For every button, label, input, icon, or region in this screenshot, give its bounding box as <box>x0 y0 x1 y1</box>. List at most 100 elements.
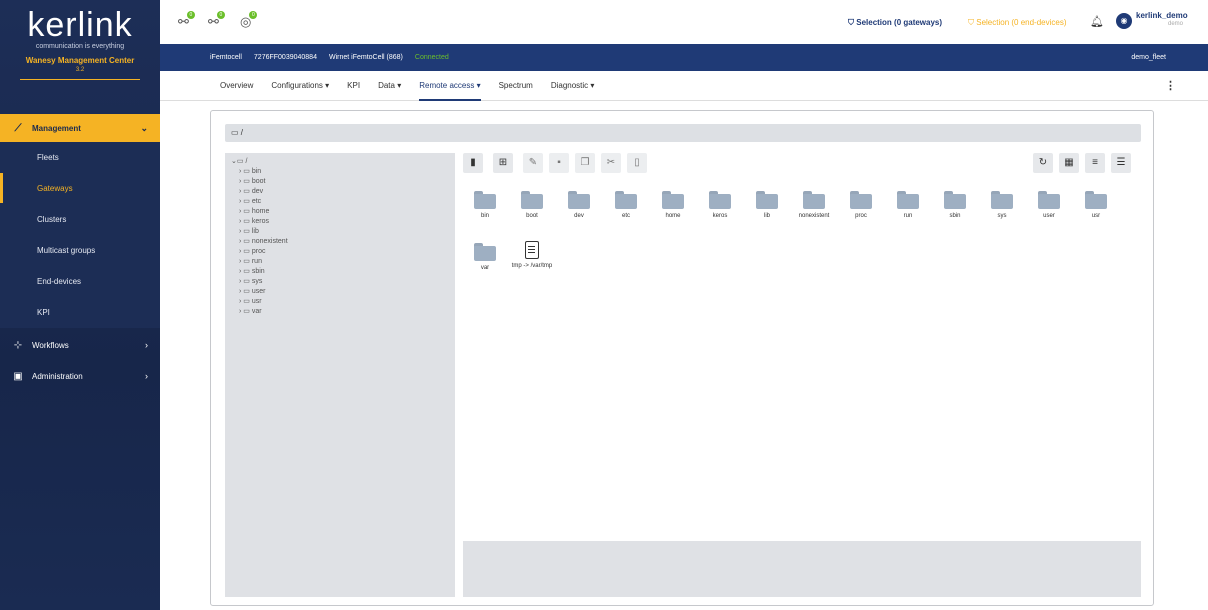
selection-gateways-label: Selection (0 gateways) <box>856 18 943 27</box>
tree-label: sys <box>251 278 263 285</box>
copy-icon[interactable]: ❐ <box>575 153 595 173</box>
nav-section-workflows[interactable]: ⊹ Workflows › <box>0 331 160 359</box>
tree-item[interactable]: › ▭ bin <box>231 167 449 177</box>
refresh-icon[interactable]: ↻ <box>1033 153 1053 173</box>
tab-bar: Overview Configurations ▾ KPI Data ▾ Rem… <box>160 71 1208 101</box>
count-badge: 0 <box>216 11 225 19</box>
tree-label: sbin <box>251 268 265 275</box>
file-item[interactable]: tmp -> /var/tmp <box>510 241 554 269</box>
folder-icon <box>709 191 731 209</box>
folder-item[interactable]: sbin <box>933 191 977 219</box>
sidebar-item-kpi[interactable]: KPI <box>0 297 160 327</box>
folder-item[interactable]: var <box>463 243 507 271</box>
tree-item[interactable]: › ▭ usr <box>231 297 449 307</box>
tab-remote-access[interactable]: Remote access ▾ <box>419 71 481 101</box>
folder-icon <box>850 191 872 209</box>
tab-kpi[interactable]: KPI <box>347 71 360 101</box>
tree-item[interactable]: › ▭ etc <box>231 197 449 207</box>
folder-icon <box>897 191 919 209</box>
tree-label: var <box>251 308 262 315</box>
bell-icon[interactable]: 🔔︎ <box>1090 15 1104 28</box>
end-device-status-icon[interactable]: ◎ 0 <box>240 11 258 30</box>
tab-overview[interactable]: Overview <box>220 71 253 101</box>
sidebar-item-gateways[interactable]: Gateways <box>0 173 160 203</box>
tree-item[interactable]: › ▭ home <box>231 207 449 217</box>
user-role: demo <box>1168 21 1184 27</box>
rename-icon[interactable]: ✎ <box>523 153 543 173</box>
avatar[interactable]: ◉ <box>1116 13 1132 29</box>
list-view-icon[interactable]: ≡ <box>1085 153 1105 173</box>
gateway-name: iFemtocell <box>210 54 242 61</box>
tree-item[interactable]: › ▭ dev <box>231 187 449 197</box>
tree-label: user <box>251 288 266 295</box>
chevron-down-icon: ⌄ <box>140 122 148 133</box>
folder-item[interactable]: etc <box>604 191 648 219</box>
folder-item[interactable]: usr <box>1074 191 1118 219</box>
tree-item[interactable]: › ▭ proc <box>231 247 449 257</box>
gateway-info-bar: iFemtocell 7276FF0039040884 Wirnet iFemt… <box>160 44 1208 71</box>
folder-item[interactable]: bin <box>463 191 507 219</box>
file-name: keros <box>712 213 728 219</box>
count-badge: 0 <box>249 11 258 19</box>
folder-item[interactable]: user <box>1027 191 1071 219</box>
sidebar-item-multicast-groups[interactable]: Multicast groups <box>0 235 160 265</box>
nav-section-management[interactable]: ⟋ Management ⌄ <box>0 114 160 142</box>
tree-item[interactable]: › ▭ sbin <box>231 267 449 277</box>
more-options-icon[interactable]: ⋮ <box>1165 79 1176 92</box>
user-name[interactable]: kerlink_demo <box>1136 11 1188 20</box>
tree-item[interactable]: › ▭ lib <box>231 227 449 237</box>
folder-item[interactable]: lib <box>745 191 789 219</box>
tree-item[interactable]: › ▭ sys <box>231 277 449 287</box>
new-folder-icon[interactable]: ⊞ <box>493 153 513 173</box>
folder-item[interactable]: nonexistent <box>792 191 836 219</box>
tab-data[interactable]: Data ▾ <box>378 71 401 101</box>
selection-end-devices-button[interactable]: ⛉ Selection (0 end-devices) <box>968 18 1067 28</box>
sidebar-item-clusters[interactable]: Clusters <box>0 204 160 234</box>
tab-diagnostic[interactable]: Diagnostic ▾ <box>551 71 595 101</box>
folder-item[interactable]: run <box>886 191 930 219</box>
folder-icon <box>474 191 496 209</box>
selection-gateways-button[interactable]: ⛉ Selection (0 gateways) <box>848 18 942 28</box>
tree-item[interactable]: › ▭ boot <box>231 177 449 187</box>
file-name: bin <box>480 213 489 219</box>
gateway-warning-icon[interactable]: ⚯ 0 <box>208 11 225 30</box>
paste-icon[interactable]: ▯ <box>627 153 647 173</box>
grid-view-icon[interactable]: ▦ <box>1059 153 1079 173</box>
tree-label: run <box>251 258 262 265</box>
cut-icon[interactable]: ✂ <box>601 153 621 173</box>
tree-label: usr <box>251 298 262 305</box>
tree-item[interactable]: › ▭ run <box>231 257 449 267</box>
sidebar-item-end-devices[interactable]: End-devices <box>0 266 160 296</box>
new-file-icon[interactable]: ▮ <box>463 153 483 173</box>
file-name: etc <box>621 213 630 219</box>
file-name: proc <box>855 213 867 219</box>
gateway-status-icon[interactable]: ⚯ 0 <box>178 11 195 30</box>
tree-item[interactable]: › ▭ user <box>231 287 449 297</box>
tree-item[interactable]: › ▭ var <box>231 307 449 317</box>
folder-item[interactable]: home <box>651 191 695 219</box>
tree-item[interactable]: › ▭ keros <box>231 217 449 227</box>
admin-icon: ▣ <box>13 370 23 382</box>
folder-item[interactable]: boot <box>510 191 554 219</box>
tree-label: lib <box>251 228 259 235</box>
nav-section-administration[interactable]: ▣ Administration › <box>0 362 160 390</box>
file-name: run <box>903 213 913 219</box>
sidebar-item-label: End-devices <box>37 276 82 286</box>
tab-configurations[interactable]: Configurations ▾ <box>271 71 329 101</box>
tree-root[interactable]: ⌄▭ / <box>231 157 449 167</box>
folder-item[interactable]: keros <box>698 191 742 219</box>
folder-icon <box>803 191 825 209</box>
folder-item[interactable]: dev <box>557 191 601 219</box>
tab-spectrum[interactable]: Spectrum <box>499 71 533 101</box>
fleet-name[interactable]: demo_fleet <box>1131 54 1166 61</box>
folder-item[interactable]: proc <box>839 191 883 219</box>
sidebar-item-fleets[interactable]: Fleets <box>0 142 160 172</box>
count-badge: 0 <box>186 11 195 19</box>
details-view-icon[interactable]: ☰ <box>1111 153 1131 173</box>
nav-section-label: Administration <box>32 371 83 381</box>
folder-item[interactable]: sys <box>980 191 1024 219</box>
chevron-right-icon: › <box>145 371 148 381</box>
delete-icon[interactable]: ▪ <box>549 153 569 173</box>
file-name: lib <box>763 213 770 219</box>
tree-item[interactable]: › ▭ nonexistent <box>231 237 449 247</box>
